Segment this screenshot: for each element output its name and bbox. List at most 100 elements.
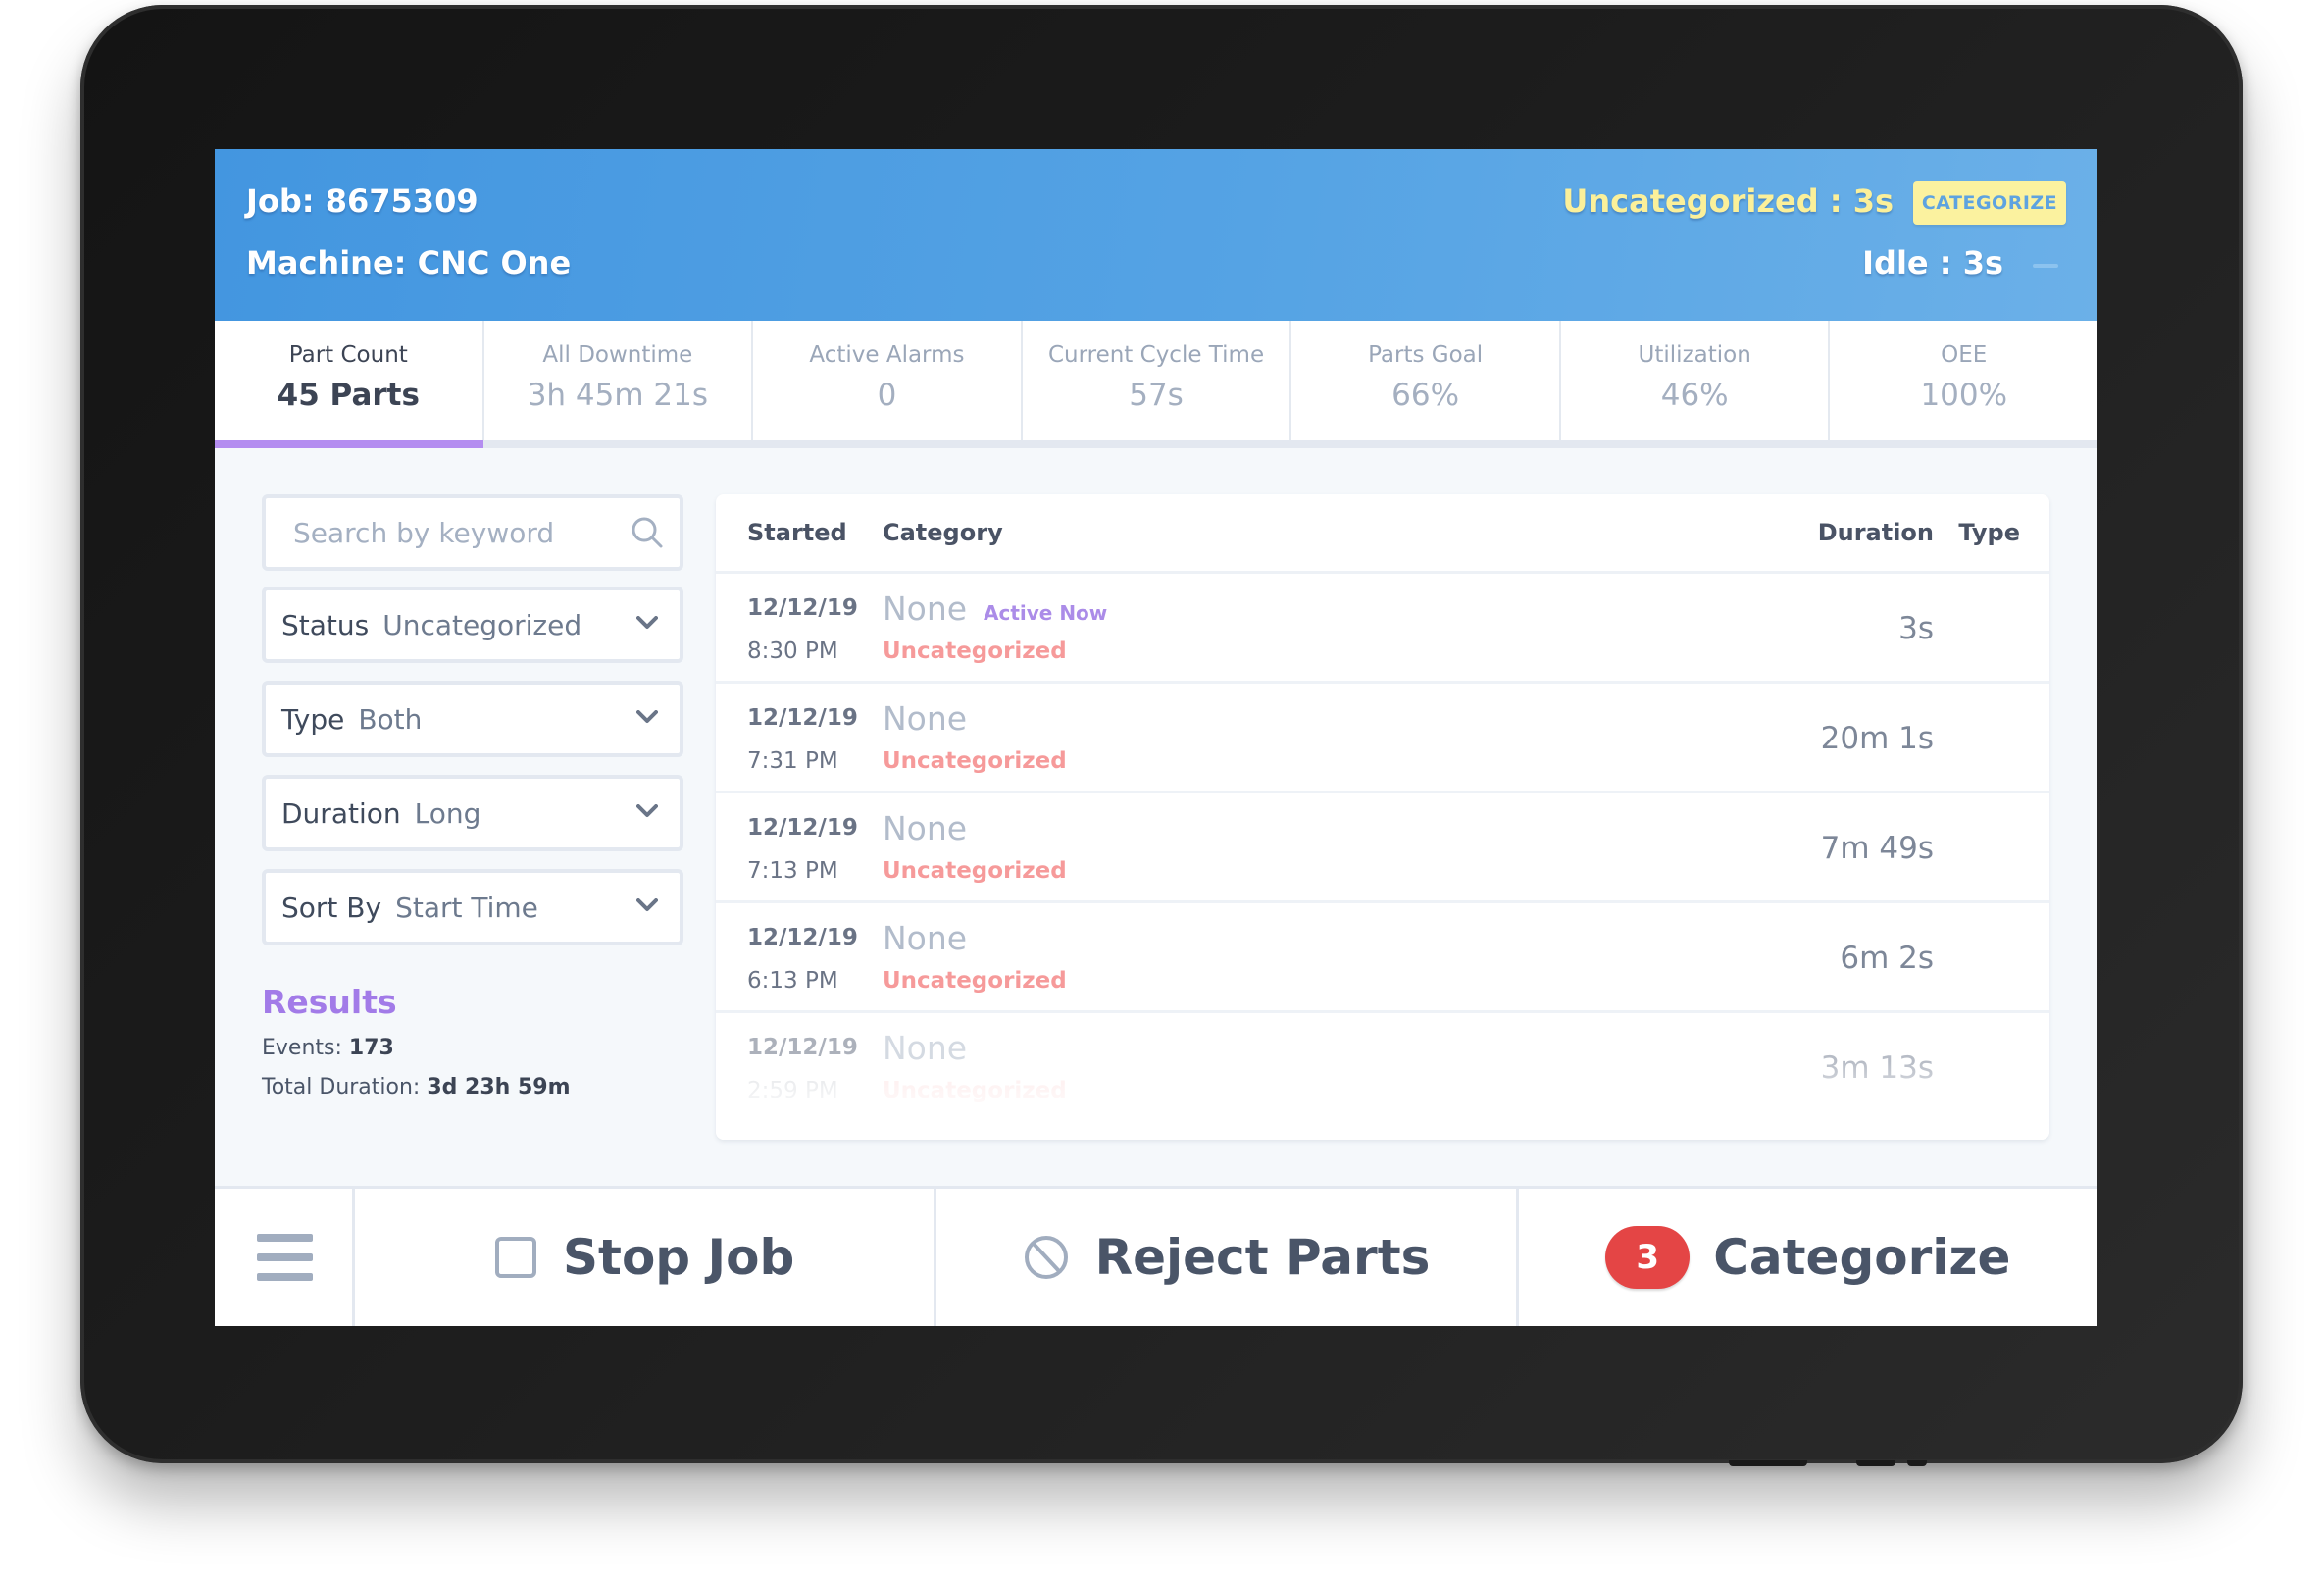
- total-duration-label: Total Duration:: [262, 1075, 421, 1099]
- stat-tab-oee[interactable]: OEE 100%: [1830, 321, 2097, 440]
- chevron-down-icon: [636, 710, 658, 723]
- stat-value: 57s: [1129, 378, 1184, 413]
- row-status: Uncategorized: [883, 748, 1067, 774]
- events-table: Started Category Duration Type 12/12/19 …: [716, 494, 2049, 1140]
- stat-value: 3h 45m 21s: [527, 378, 709, 413]
- machine-name: Machine: CNC One: [246, 244, 572, 281]
- app-screen: Job: 8675309 Machine: CNC One Uncategori…: [215, 149, 2097, 1326]
- stat-label: All Downtime: [542, 342, 693, 368]
- row-time: 6:13 PM: [747, 968, 838, 994]
- device-button: [1729, 1460, 1807, 1466]
- stat-value: 46%: [1660, 378, 1729, 413]
- row-status: Uncategorized: [883, 968, 1067, 994]
- row-duration: 20m 1s: [1820, 721, 1934, 756]
- events-count: Events: 173: [262, 1036, 394, 1060]
- active-now-tag: Active Now: [984, 601, 1108, 625]
- type-select[interactable]: Type Both: [262, 681, 683, 757]
- uncategorized-status: Uncategorized : 3s: [1562, 182, 1894, 220]
- minus-icon: [2033, 264, 2058, 268]
- table-row[interactable]: 12/12/19 7:31 PM None Uncategorized 20m …: [716, 684, 2049, 793]
- row-category: None: [883, 809, 968, 847]
- device-button: [1907, 1460, 1927, 1466]
- stat-label: Current Cycle Time: [1047, 342, 1265, 368]
- reject-parts-label: Reject Parts: [1094, 1229, 1431, 1286]
- stat-label: Parts Goal: [1368, 342, 1484, 368]
- scroll-fade-overlay: [716, 1061, 2049, 1140]
- job-number: Job: 8675309: [246, 182, 479, 220]
- type-label: Type: [281, 702, 345, 736]
- column-header-category[interactable]: Category: [883, 519, 1003, 546]
- status-value: Uncategorized: [382, 608, 582, 641]
- chevron-down-icon: [636, 804, 658, 817]
- hamburger-icon: [257, 1234, 313, 1293]
- duration-select[interactable]: Duration Long: [262, 775, 683, 851]
- stat-value: 66%: [1391, 378, 1460, 413]
- action-footer: Stop Job Reject Parts 3 Categorize: [215, 1186, 2097, 1326]
- idle-status: Idle : 3s: [1862, 244, 2003, 281]
- stat-label: OEE: [1941, 342, 1988, 368]
- chevron-down-icon: [636, 616, 658, 629]
- row-date: 12/12/19: [747, 1035, 858, 1060]
- column-header-type[interactable]: Type: [1958, 519, 2020, 546]
- tab-underline-track: [215, 440, 2097, 448]
- results-title: Results: [262, 983, 397, 1021]
- row-time: 7:13 PM: [747, 858, 838, 884]
- sort-by-value: Start Time: [395, 891, 538, 924]
- row-time: 7:31 PM: [747, 748, 838, 774]
- stat-value: 0: [877, 378, 897, 413]
- stop-job-button[interactable]: Stop Job: [355, 1189, 937, 1326]
- device-button: [1856, 1460, 1895, 1466]
- row-time: 8:30 PM: [747, 638, 838, 664]
- row-status: Uncategorized: [883, 638, 1067, 664]
- events-value: 173: [348, 1036, 394, 1060]
- stat-tab-utilization[interactable]: Utilization 46%: [1561, 321, 1831, 440]
- stat-label: Active Alarms: [809, 342, 965, 368]
- row-date: 12/12/19: [747, 595, 858, 621]
- total-duration: Total Duration: 3d 23h 59m: [262, 1075, 571, 1099]
- row-category: None: [883, 919, 968, 957]
- row-duration: 3s: [1898, 611, 1934, 646]
- row-duration: 7m 49s: [1820, 831, 1934, 866]
- duration-label: Duration: [281, 796, 401, 830]
- categorize-badge-button[interactable]: CATEGORIZE: [1913, 181, 2066, 225]
- row-status: Uncategorized: [883, 858, 1067, 884]
- column-header-duration[interactable]: Duration: [1818, 519, 1934, 546]
- duration-value: Long: [414, 796, 481, 830]
- categorize-button[interactable]: 3 Categorize: [1519, 1189, 2097, 1326]
- stat-label: Part Count: [288, 342, 408, 368]
- stat-tab-all-downtime[interactable]: All Downtime 3h 45m 21s: [484, 321, 754, 440]
- search-placeholder: Search by keyword: [293, 516, 555, 549]
- stat-tab-current-cycle-time[interactable]: Current Cycle Time 57s: [1023, 321, 1292, 440]
- row-date: 12/12/19: [747, 705, 858, 731]
- categorize-count-badge: 3: [1605, 1226, 1691, 1289]
- stat-value: 45 Parts: [277, 378, 420, 413]
- table-row[interactable]: 12/12/19 6:13 PM None Uncategorized 6m 2…: [716, 903, 2049, 1013]
- stat-tab-parts-goal[interactable]: Parts Goal 66%: [1291, 321, 1561, 440]
- total-duration-value: 3d 23h 59m: [427, 1075, 571, 1099]
- menu-button[interactable]: [215, 1189, 355, 1326]
- active-tab-indicator: [215, 440, 483, 448]
- reject-parts-button[interactable]: Reject Parts: [936, 1189, 1519, 1326]
- stats-bar: Part Count 45 Parts All Downtime 3h 45m …: [215, 321, 2097, 440]
- search-input[interactable]: Search by keyword: [262, 494, 683, 571]
- stat-tab-part-count[interactable]: Part Count 45 Parts: [215, 321, 484, 440]
- search-icon: [632, 517, 663, 548]
- table-row[interactable]: 12/12/19 7:13 PM None Uncategorized 7m 4…: [716, 793, 2049, 903]
- status-label: Status: [281, 608, 370, 641]
- stop-job-label: Stop Job: [563, 1229, 795, 1286]
- row-category: None: [883, 699, 968, 738]
- events-label: Events:: [262, 1036, 342, 1060]
- row-duration: 6m 2s: [1840, 941, 1934, 976]
- stat-tab-active-alarms[interactable]: Active Alarms 0: [753, 321, 1023, 440]
- type-value: Both: [358, 702, 423, 736]
- status-select[interactable]: Status Uncategorized: [262, 587, 683, 663]
- row-date: 12/12/19: [747, 815, 858, 841]
- row-category: None: [883, 589, 968, 628]
- row-date: 12/12/19: [747, 925, 858, 950]
- table-row[interactable]: 12/12/19 8:30 PM None Active Now Uncateg…: [716, 574, 2049, 684]
- column-header-started[interactable]: Started: [747, 519, 847, 546]
- categorize-label: Categorize: [1713, 1229, 2011, 1286]
- sort-by-select[interactable]: Sort By Start Time: [262, 869, 683, 945]
- chevron-down-icon: [636, 898, 658, 911]
- sort-by-label: Sort By: [281, 891, 382, 924]
